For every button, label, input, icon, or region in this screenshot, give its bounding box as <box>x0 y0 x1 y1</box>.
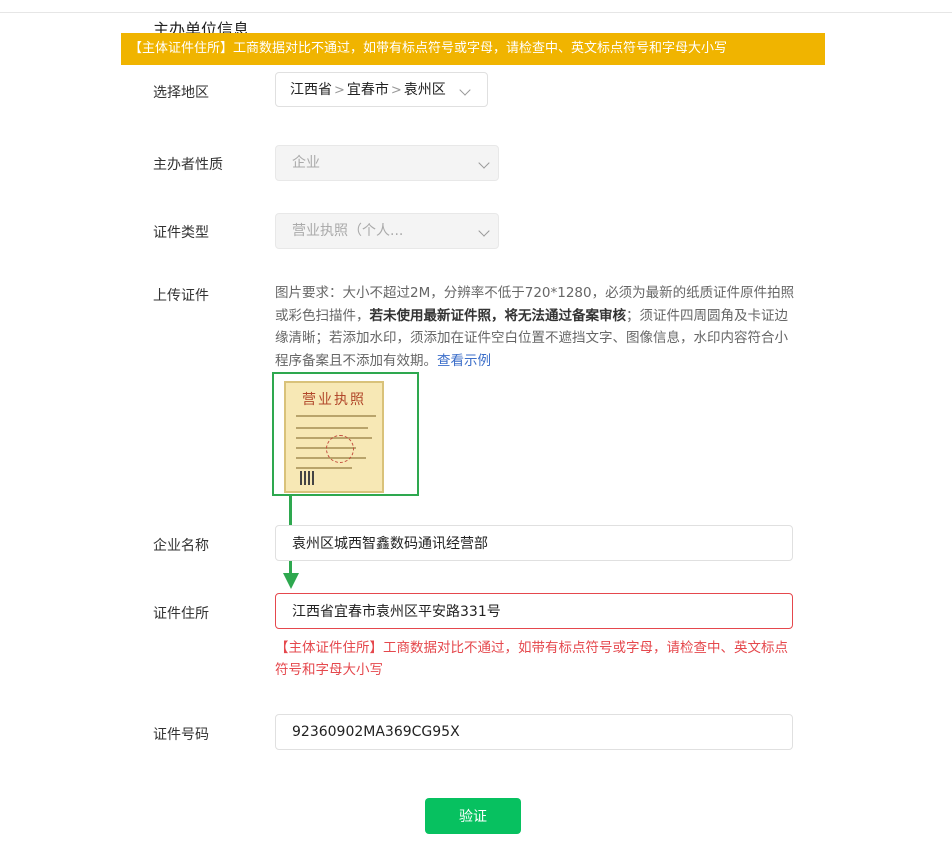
seal-icon <box>326 435 354 463</box>
cert-address-input[interactable] <box>275 593 793 629</box>
license-title: 营业执照 <box>302 392 366 408</box>
region-district: 袁州区 <box>403 82 446 98</box>
cert-address-error: 【主体证件住所】工商数据对比不通过，如带有标点符号或字母，请检查中、英文标点符号… <box>275 640 788 678</box>
region-city: 宜春市 <box>346 82 389 98</box>
upload-help-bold: 若未使用最新证件照，将无法通过备案审核 <box>369 307 627 324</box>
error-banner: 【主体证件住所】工商数据对比不通过，如带有标点符号或字母，请检查中、英文标点符号… <box>121 33 825 65</box>
uploaded-license-thumbnail[interactable]: 营业执照 <box>272 372 419 496</box>
cert-type-value: 营业执照（个人... <box>292 223 404 239</box>
region-province: 江西省 <box>290 82 332 98</box>
company-name-input[interactable] <box>275 525 793 561</box>
chevron-right-icon: > <box>334 83 345 98</box>
view-example-link[interactable]: 查看示例 <box>437 353 491 369</box>
organizer-type-label: 主办者性质 <box>153 157 223 173</box>
top-divider <box>0 12 952 13</box>
region-selector[interactable]: 江西省 > 宜春市 > 袁州区 <box>275 72 488 107</box>
upload-help-text: 图片要求：大小不超过2M，分辨率不低于720*1280，必须为最新的纸质证件原件… <box>275 282 795 372</box>
cert-number-input[interactable] <box>275 714 793 750</box>
chevron-down-icon <box>478 157 490 169</box>
organizer-type-select[interactable]: 企业 <box>275 145 499 181</box>
cert-address-label: 证件住所 <box>153 606 209 622</box>
chevron-down-icon <box>459 84 471 96</box>
chevron-right-icon: > <box>390 83 402 98</box>
organizer-type-value: 企业 <box>292 155 320 171</box>
cert-type-label: 证件类型 <box>153 225 209 241</box>
upload-label: 上传证件 <box>153 288 209 304</box>
verify-button[interactable]: 验证 <box>425 798 521 834</box>
company-name-label: 企业名称 <box>153 538 209 554</box>
business-license-image: 营业执照 <box>284 381 384 493</box>
cert-type-select[interactable]: 营业执照（个人... <box>275 213 499 249</box>
chevron-down-icon <box>478 225 490 237</box>
qr-code-icon <box>300 471 314 485</box>
cert-number-label: 证件号码 <box>153 727 209 743</box>
region-label: 选择地区 <box>153 85 209 101</box>
arrow-down-icon <box>283 573 299 589</box>
